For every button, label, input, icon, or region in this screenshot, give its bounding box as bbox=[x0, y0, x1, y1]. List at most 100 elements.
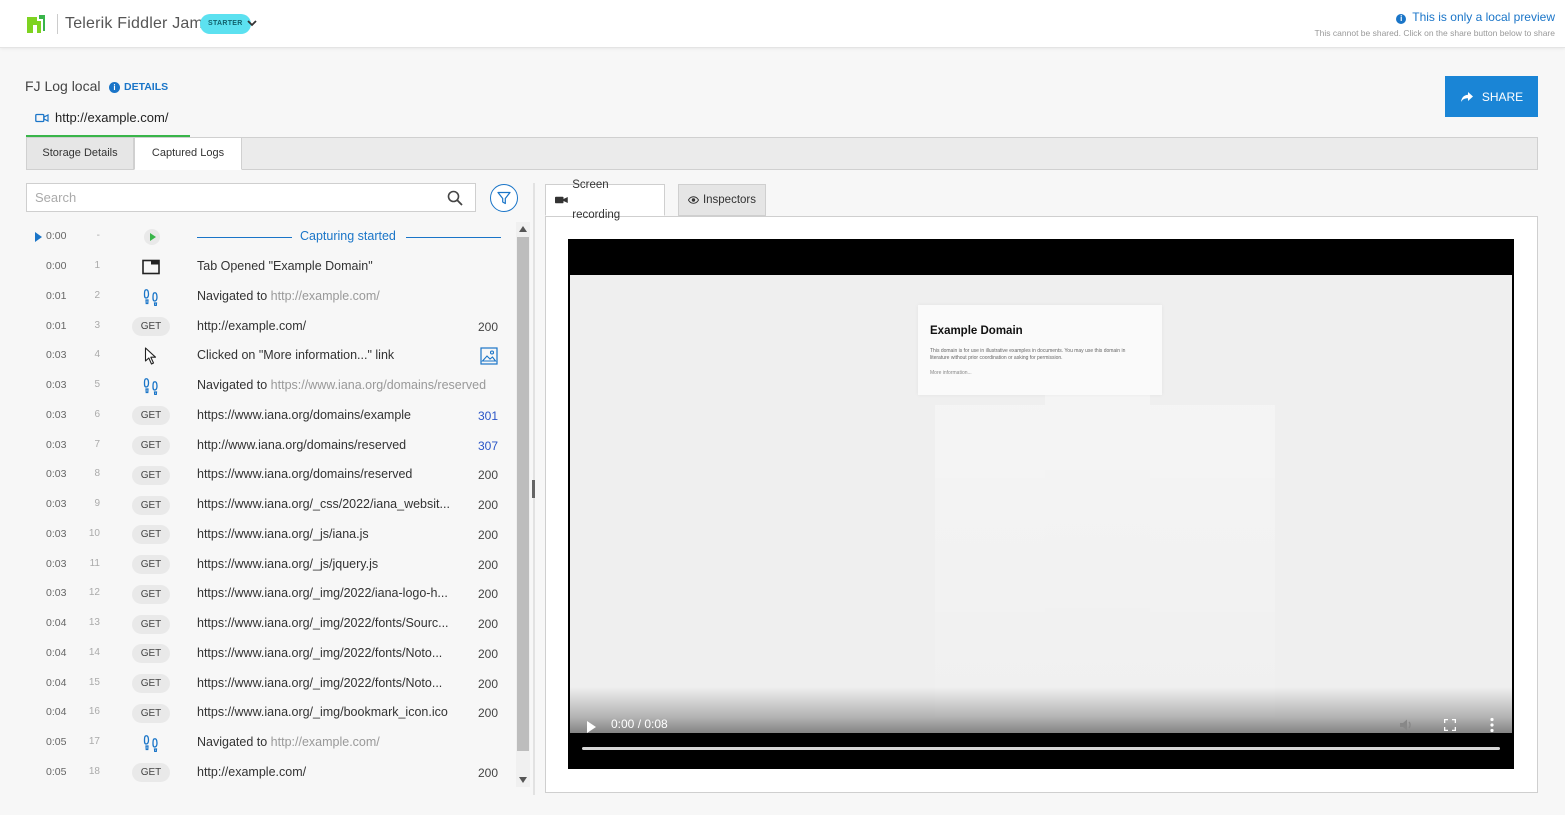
http-method-badge: GET bbox=[131, 584, 171, 604]
plan-badge[interactable]: STARTER bbox=[200, 14, 251, 34]
filter-button[interactable] bbox=[490, 184, 518, 212]
splitter-grip[interactable] bbox=[532, 480, 535, 498]
entry-type: GET bbox=[130, 464, 172, 486]
volume-icon[interactable] bbox=[1398, 717, 1414, 733]
ghost-column bbox=[935, 405, 1045, 725]
ghost-column bbox=[1045, 395, 1150, 725]
tab-screen-recording[interactable]: Screen recording bbox=[545, 179, 665, 221]
log-entry-row[interactable]: 0:03 8 GET https://www.iana.org/domains/res… bbox=[26, 460, 514, 490]
log-entry-row[interactable]: 0:04 15 GET https://www.iana.org/_img/2022/… bbox=[26, 669, 514, 699]
entry-text: Navigated to https://www.iana.org/domain… bbox=[197, 378, 486, 392]
chevron-down-icon[interactable] bbox=[247, 16, 257, 30]
video-player[interactable]: Example Domain This domain is for use in… bbox=[568, 239, 1514, 769]
app-title: Telerik Fiddler Jam bbox=[65, 15, 204, 32]
capture-start-row[interactable]: 0:00 - Capturing started bbox=[26, 222, 514, 252]
log-entry-row[interactable]: 0:03 10 GET https://www.iana.org/_js/iana.j… bbox=[26, 520, 514, 550]
tab-storage-details[interactable]: Storage Details bbox=[26, 137, 134, 170]
log-entry-row[interactable]: 0:03 5 Navigated to https://www.iana.org/d… bbox=[26, 371, 514, 401]
example-domain-body: This domain is for use in illustrative e… bbox=[930, 348, 1126, 361]
video-progress-bar[interactable] bbox=[582, 747, 1500, 750]
entry-index: 18 bbox=[88, 765, 100, 777]
search-icon[interactable] bbox=[447, 190, 463, 206]
entry-time: 0:03 bbox=[46, 379, 67, 391]
fullscreen-icon[interactable] bbox=[1444, 719, 1456, 731]
entry-text: https://www.iana.org/_img/2022/iana-logo… bbox=[197, 586, 448, 601]
share-button[interactable]: SHARE bbox=[1445, 76, 1538, 117]
tab-captured-logs[interactable]: Captured Logs bbox=[134, 137, 242, 170]
share-label: SHARE bbox=[1481, 89, 1524, 104]
entry-time: 0:05 bbox=[46, 765, 67, 778]
http-method-badge: GET bbox=[131, 495, 171, 515]
http-method-badge: GET bbox=[131, 406, 171, 426]
entry-type bbox=[130, 345, 172, 367]
entry-index: 16 bbox=[88, 706, 100, 718]
log-entry-row[interactable]: 0:05 18 GET http://example.com/200 bbox=[26, 758, 514, 788]
example-domain-card: Example Domain This domain is for use in… bbox=[918, 305, 1162, 395]
tab-label: Screen recording bbox=[572, 179, 621, 221]
entry-index: 11 bbox=[89, 557, 100, 569]
entry-type: GET bbox=[130, 702, 172, 724]
log-entry-row[interactable]: 0:04 14 GET https://www.iana.org/_img/2022/… bbox=[26, 639, 514, 669]
scroll-thumb[interactable] bbox=[517, 237, 529, 751]
entry-text: https://www.iana.org/domains/example bbox=[197, 407, 411, 422]
log-entry-row[interactable]: 0:03 7 GET http://www.iana.org/domains/rese… bbox=[26, 431, 514, 461]
tab-inspectors[interactable]: Inspectors bbox=[678, 184, 766, 216]
entry-type: GET bbox=[130, 316, 172, 338]
entry-type bbox=[130, 286, 172, 308]
log-entry-row[interactable]: 0:03 9 GET https://www.iana.org/_css/2022/i… bbox=[26, 490, 514, 520]
entry-time: 0:03 bbox=[46, 438, 67, 451]
entry-time: 0:01 bbox=[46, 289, 67, 302]
log-list-scrollbar[interactable] bbox=[516, 222, 530, 787]
entry-type: GET bbox=[130, 583, 172, 605]
log-entry-row[interactable]: 0:00 1 Tab Opened "Example Domain" bbox=[26, 252, 514, 282]
entry-index: 15 bbox=[88, 676, 100, 688]
screenshot-thumbnail-icon[interactable] bbox=[480, 347, 498, 368]
http-method-badge: GET bbox=[131, 674, 171, 693]
entry-index: 6 bbox=[94, 408, 100, 420]
play-icon[interactable] bbox=[587, 721, 596, 733]
info-icon: i bbox=[109, 82, 120, 93]
entry-text: https://www.iana.org/_js/jquery.js bbox=[197, 556, 379, 571]
entry-text: Tab Opened "Example Domain" bbox=[197, 259, 373, 273]
scroll-down-icon[interactable] bbox=[519, 777, 527, 783]
url-tab[interactable]: http://example.com/ bbox=[26, 104, 190, 137]
log-entry-row[interactable]: 0:03 12 GET https://www.iana.org/_img/2022/… bbox=[26, 579, 514, 609]
log-entry-row[interactable]: 0:01 3 GET http://example.com/200 bbox=[26, 312, 514, 342]
http-method-badge: GET bbox=[131, 317, 171, 336]
divider bbox=[197, 237, 292, 238]
entry-index: 5 bbox=[94, 379, 100, 390]
status-code: 200 bbox=[477, 468, 498, 483]
log-entry-row[interactable]: 0:01 2 Navigated to http://example.com/ bbox=[26, 282, 514, 312]
more-information-link: More information... bbox=[930, 370, 972, 376]
entry-text: https://www.iana.org/_img/bookmark_icon.… bbox=[197, 705, 448, 720]
entry-text: Clicked on "More information..." link bbox=[197, 348, 395, 363]
entry-time: 0:00 bbox=[46, 230, 67, 242]
scroll-up-icon[interactable] bbox=[519, 226, 527, 232]
fiddler-jam-logo-icon[interactable] bbox=[25, 13, 47, 35]
status-code: 200 bbox=[477, 527, 498, 542]
entry-type: GET bbox=[130, 762, 172, 784]
more-options-icon[interactable] bbox=[1490, 717, 1494, 733]
search-input[interactable] bbox=[27, 184, 437, 211]
log-entry-row[interactable]: 0:04 13 GET https://www.iana.org/_img/2022/… bbox=[26, 609, 514, 639]
ghost-column bbox=[1150, 405, 1275, 725]
entry-text: https://www.iana.org/_img/2022/fonts/Sou… bbox=[197, 616, 449, 630]
entry-time: 0:04 bbox=[46, 706, 67, 719]
http-method-badge: GET bbox=[131, 465, 171, 485]
footsteps-icon bbox=[143, 288, 159, 306]
log-entry-row[interactable]: 0:03 6 GET https://www.iana.org/domains/exa… bbox=[26, 401, 514, 431]
entry-text: http://www.iana.org/domains/reserved bbox=[197, 437, 407, 452]
status-code: 200 bbox=[477, 498, 498, 512]
log-entry-row[interactable]: 0:03 4 Clicked on "More information..." li… bbox=[26, 341, 514, 371]
entry-time: 0:04 bbox=[46, 617, 67, 629]
details-link[interactable]: i DETAILS bbox=[109, 81, 168, 93]
entry-index: 3 bbox=[94, 319, 100, 331]
play-circle-icon bbox=[144, 229, 160, 245]
log-entry-row[interactable]: 0:03 11 GET https://www.iana.org/_js/jquery… bbox=[26, 550, 514, 580]
log-entry-row[interactable]: 0:04 16 GET https://www.iana.org/_img/bookm… bbox=[26, 698, 514, 728]
entry-index: 13 bbox=[88, 617, 100, 628]
log-entry-row[interactable]: 0:05 17 Navigated to http://example.com/ bbox=[26, 728, 514, 758]
entry-time: 0:03 bbox=[46, 557, 67, 570]
tab-icon bbox=[142, 259, 160, 275]
entry-text: https://www.iana.org/domains/reserved bbox=[197, 467, 413, 482]
